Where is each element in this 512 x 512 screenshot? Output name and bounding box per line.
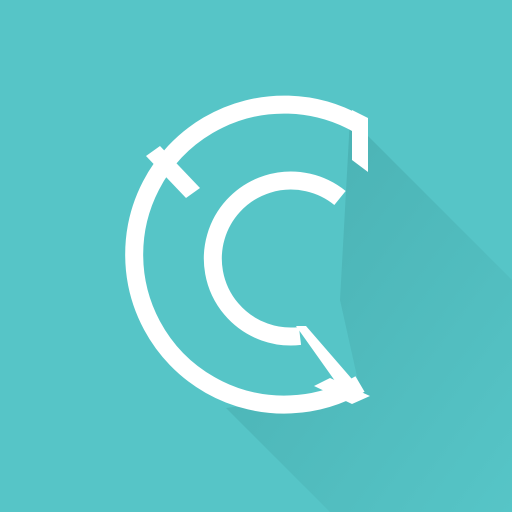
logo-canvas	[0, 0, 512, 512]
app-icon-tile	[0, 0, 512, 512]
